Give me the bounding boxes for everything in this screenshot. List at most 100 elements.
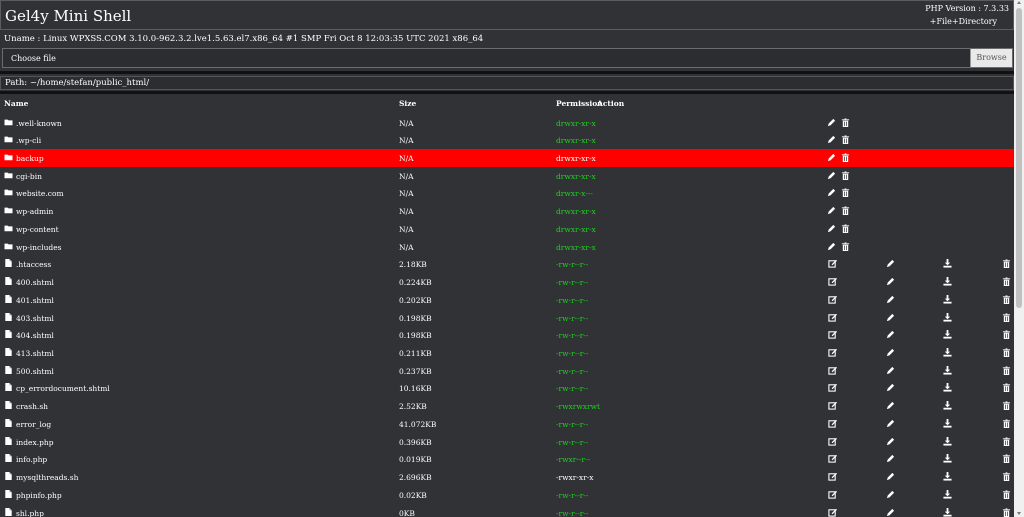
download-icon[interactable] bbox=[943, 436, 952, 446]
rename-icon[interactable] bbox=[827, 242, 836, 251]
edit-icon[interactable] bbox=[828, 472, 837, 481]
file-name-link[interactable]: cp_errordocument.shtml bbox=[16, 384, 110, 393]
file-name-link[interactable]: wp-includes bbox=[16, 243, 62, 252]
choose-file-label[interactable]: Choose file bbox=[11, 54, 56, 63]
download-icon[interactable] bbox=[943, 312, 952, 322]
edit-icon[interactable] bbox=[828, 437, 837, 446]
delete-icon[interactable] bbox=[1002, 312, 1011, 322]
scrollbar-thumb[interactable] bbox=[1016, 8, 1022, 308]
delete-icon[interactable] bbox=[841, 224, 850, 233]
delete-icon[interactable] bbox=[1002, 366, 1011, 375]
file-name-link[interactable]: 500.shtml bbox=[16, 367, 54, 376]
download-icon[interactable] bbox=[943, 489, 952, 499]
file-name-link[interactable]: .htaccess bbox=[16, 260, 51, 269]
edit-icon[interactable] bbox=[828, 454, 837, 463]
rename-icon[interactable] bbox=[886, 472, 895, 481]
delete-icon[interactable] bbox=[841, 135, 850, 145]
delete-icon[interactable] bbox=[1002, 259, 1011, 269]
rename-icon[interactable] bbox=[827, 171, 836, 180]
rename-icon[interactable] bbox=[886, 313, 895, 322]
rename-icon[interactable] bbox=[827, 135, 836, 144]
scroll-down-icon[interactable] bbox=[1017, 512, 1021, 515]
rename-icon[interactable] bbox=[886, 330, 895, 339]
delete-icon[interactable] bbox=[1002, 437, 1011, 446]
edit-icon[interactable] bbox=[828, 383, 837, 393]
rename-icon[interactable] bbox=[886, 508, 895, 517]
download-icon[interactable] bbox=[943, 418, 952, 428]
edit-icon[interactable] bbox=[828, 277, 837, 286]
file-name-link[interactable]: backup bbox=[16, 154, 44, 163]
file-name-link[interactable]: phpinfo.php bbox=[16, 491, 62, 500]
file-name-link[interactable]: 413.shtml bbox=[16, 349, 54, 358]
download-icon[interactable] bbox=[943, 259, 952, 268]
browse-button[interactable]: Browse bbox=[970, 49, 1012, 67]
download-icon[interactable] bbox=[943, 507, 952, 517]
file-name-link[interactable]: wp-admin bbox=[16, 207, 53, 216]
file-name-link[interactable]: mysqlthreads.sh bbox=[16, 473, 78, 482]
new-file-directory-link[interactable]: +File+Directory bbox=[930, 17, 997, 26]
file-upload-field[interactable]: Choose file Browse bbox=[2, 48, 1013, 68]
rename-icon[interactable] bbox=[886, 348, 895, 357]
edit-icon[interactable] bbox=[828, 490, 837, 499]
delete-icon[interactable] bbox=[841, 242, 850, 251]
delete-icon[interactable] bbox=[841, 117, 850, 127]
file-name-link[interactable]: index.php bbox=[16, 438, 54, 447]
rename-icon[interactable] bbox=[827, 224, 836, 233]
download-icon[interactable] bbox=[943, 454, 952, 463]
delete-icon[interactable] bbox=[841, 153, 850, 162]
file-name-link[interactable]: 400.shtml bbox=[16, 278, 54, 287]
rename-icon[interactable] bbox=[886, 490, 895, 499]
rename-icon[interactable] bbox=[827, 188, 836, 197]
delete-icon[interactable] bbox=[1002, 472, 1011, 482]
rename-icon[interactable] bbox=[886, 454, 895, 463]
download-icon[interactable] bbox=[943, 347, 952, 357]
edit-icon[interactable] bbox=[828, 313, 837, 322]
edit-icon[interactable] bbox=[828, 295, 837, 304]
file-name-link[interactable]: 404.shtml bbox=[16, 331, 54, 340]
download-icon[interactable] bbox=[943, 277, 952, 286]
file-name-link[interactable]: error_log bbox=[16, 420, 51, 429]
delete-icon[interactable] bbox=[1002, 295, 1011, 304]
scroll-up-icon[interactable] bbox=[1017, 1, 1021, 4]
delete-icon[interactable] bbox=[841, 206, 850, 216]
file-name-link[interactable]: .wp-cli bbox=[16, 136, 41, 145]
rename-icon[interactable] bbox=[886, 295, 895, 304]
edit-icon[interactable] bbox=[828, 259, 837, 268]
download-icon[interactable] bbox=[943, 472, 952, 481]
rename-icon[interactable] bbox=[886, 259, 895, 268]
file-name-link[interactable]: cgi-bin bbox=[16, 172, 42, 181]
file-name-link[interactable]: shl.php bbox=[16, 509, 44, 517]
delete-icon[interactable] bbox=[1002, 330, 1011, 340]
edit-icon[interactable] bbox=[828, 348, 837, 357]
file-name-link[interactable]: 401.shtml bbox=[16, 296, 54, 305]
file-name-link[interactable]: 403.shtml bbox=[16, 314, 54, 323]
vertical-scrollbar[interactable] bbox=[1014, 0, 1024, 517]
file-name-link[interactable]: .well-known bbox=[16, 119, 62, 128]
rename-icon[interactable] bbox=[886, 419, 895, 428]
rename-icon[interactable] bbox=[827, 206, 836, 215]
edit-icon[interactable] bbox=[828, 330, 837, 339]
rename-icon[interactable] bbox=[827, 153, 836, 162]
rename-icon[interactable] bbox=[886, 437, 895, 446]
download-icon[interactable] bbox=[943, 401, 952, 410]
rename-icon[interactable] bbox=[886, 366, 895, 375]
delete-icon[interactable] bbox=[1002, 454, 1011, 464]
file-name-link[interactable]: info.php bbox=[16, 455, 47, 464]
delete-icon[interactable] bbox=[1002, 401, 1011, 411]
rename-icon[interactable] bbox=[886, 277, 895, 286]
edit-icon[interactable] bbox=[828, 366, 837, 375]
rename-icon[interactable] bbox=[886, 401, 895, 410]
download-icon[interactable] bbox=[943, 294, 952, 304]
rename-icon[interactable] bbox=[886, 383, 895, 392]
delete-icon[interactable] bbox=[841, 188, 850, 198]
delete-icon[interactable] bbox=[1002, 490, 1011, 499]
rename-icon[interactable] bbox=[827, 118, 836, 127]
file-name-link[interactable]: crash.sh bbox=[16, 402, 48, 411]
delete-icon[interactable] bbox=[1002, 277, 1011, 287]
delete-icon[interactable] bbox=[1002, 507, 1011, 517]
download-icon[interactable] bbox=[943, 383, 952, 392]
file-name-link[interactable]: website.com bbox=[16, 189, 64, 198]
download-icon[interactable] bbox=[943, 330, 952, 339]
edit-icon[interactable] bbox=[828, 508, 837, 517]
delete-icon[interactable] bbox=[1002, 383, 1011, 393]
